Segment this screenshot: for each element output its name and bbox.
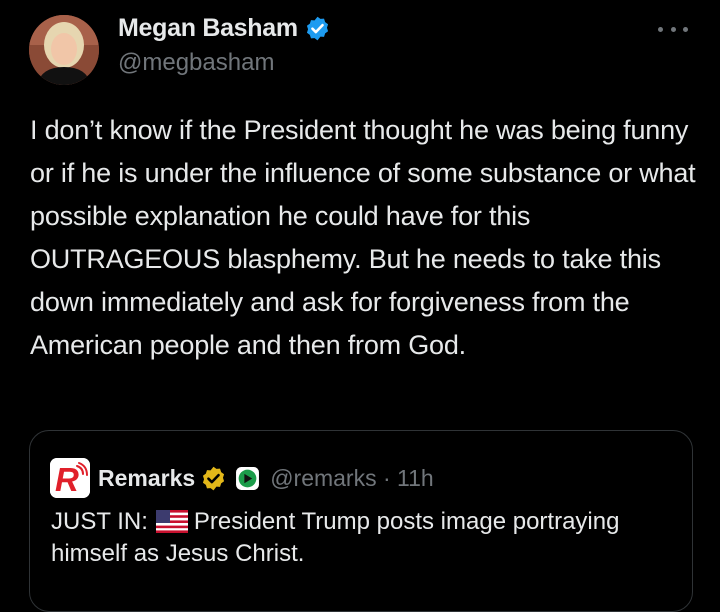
more-dot <box>683 26 688 32</box>
author-name[interactable]: Megan Basham <box>118 14 298 43</box>
us-flag-icon <box>155 510 188 533</box>
quoted-tweet-header: R Remarks @remarks · 11h <box>50 458 434 498</box>
more-options-icon[interactable] <box>658 22 688 36</box>
svg-text:R: R <box>55 461 79 498</box>
author-avatar[interactable] <box>29 15 99 85</box>
verified-check-icon <box>306 16 328 41</box>
more-dot <box>658 26 663 32</box>
author-handle[interactable]: @megbasham <box>118 49 274 77</box>
remarks-logo-icon: R <box>50 458 90 498</box>
quoted-author-name[interactable]: Remarks <box>98 465 195 492</box>
more-dot <box>670 26 676 32</box>
affiliate-badge-icon <box>236 466 260 490</box>
avatar-image <box>29 15 99 85</box>
tweet-text: I don’t know if the President thought he… <box>30 115 696 360</box>
quoted-tweet-text: JUST IN: President Trump posts image por… <box>51 506 681 570</box>
author-name-row: Megan Basham <box>118 14 331 43</box>
gold-org-badge-icon <box>203 466 225 490</box>
quoted-handle-time: @remarks · 11h <box>270 464 434 491</box>
quoted-tweet-card[interactable]: R Remarks @remarks · 11h JUST IN: Presid… <box>29 430 693 612</box>
quoted-text-prefix: JUST IN: <box>51 508 148 535</box>
